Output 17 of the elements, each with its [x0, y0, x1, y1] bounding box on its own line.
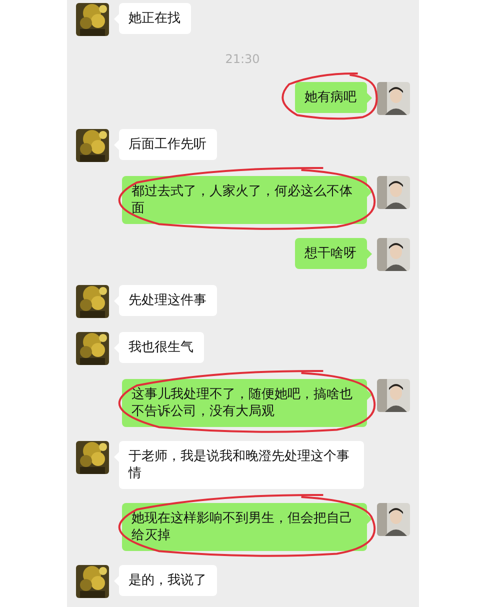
message-bubble: 后面工作先听 [118, 129, 216, 160]
message-bubble: 先处理这件事 [118, 285, 216, 316]
message-bubble: 是的，我说了 [118, 565, 216, 596]
message-bubble: 她现在这样影响不到男生，但会把自己给灭掉 [122, 503, 366, 551]
message-bubble: 这事儿我处理不了，随便她吧，搞啥也不告诉公司，没有大局观 [122, 379, 366, 427]
bubble-tail [366, 93, 372, 103]
timestamp: 21:30 [225, 51, 260, 68]
message-bubble: 都过去式了，人家火了，何必这么不体面 [122, 176, 366, 224]
message-bubble: 于老师，我是说我和晚澄先处理这个事情 [118, 441, 364, 489]
bubble-tail [366, 390, 372, 400]
bubble-tail [366, 187, 372, 197]
bubble-tail [366, 249, 372, 259]
message-bubble: 我也很生气 [118, 332, 204, 363]
bubble-tail [366, 514, 372, 524]
message-bubble: 她有病吧 [294, 82, 366, 113]
message-bubble: 想干啥呀 [294, 238, 366, 269]
message-bubble: 她正在找 [118, 3, 190, 34]
